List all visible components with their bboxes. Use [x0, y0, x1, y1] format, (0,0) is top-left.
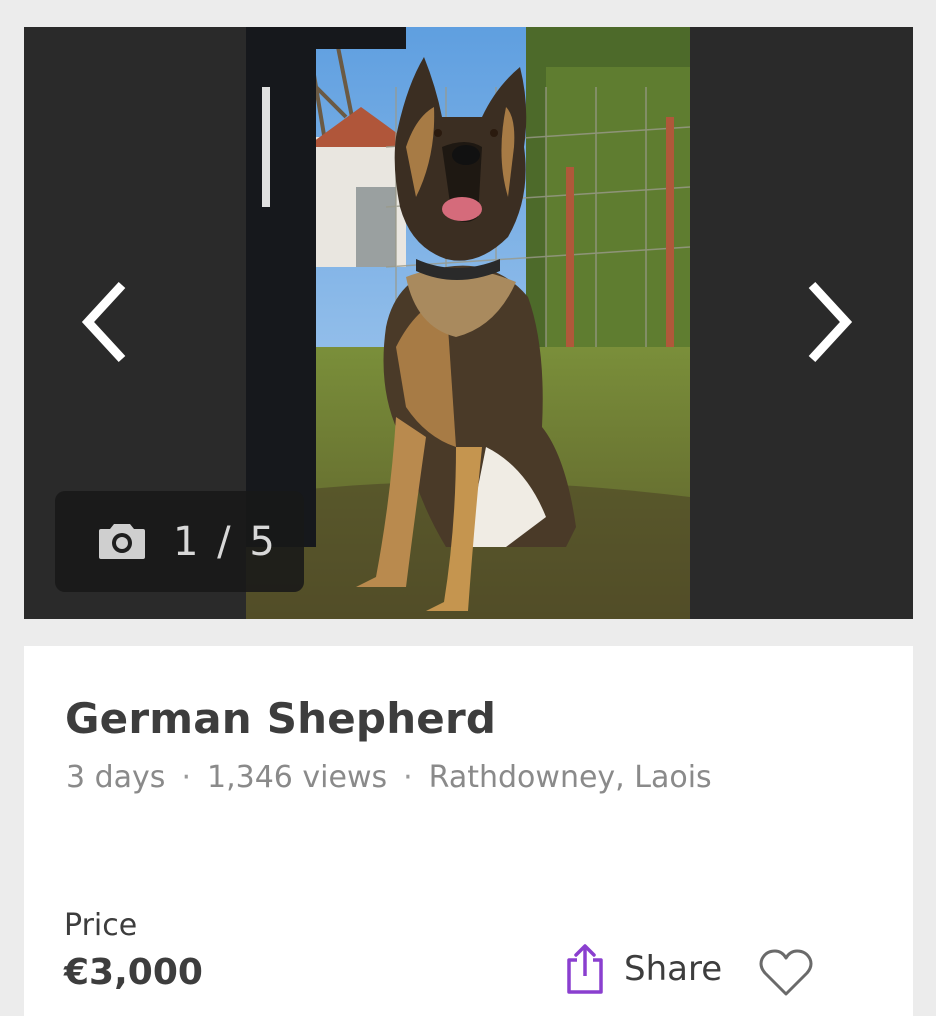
meta-separator: · [181, 760, 191, 795]
photo-gallery[interactable]: 1 / 5 [24, 27, 913, 619]
share-button[interactable]: Share [564, 942, 722, 996]
camera-icon [99, 523, 145, 559]
listing-photo[interactable] [246, 27, 690, 619]
chevron-left-icon [81, 281, 126, 363]
chevron-right-icon [808, 281, 853, 363]
next-photo-button[interactable] [795, 277, 865, 367]
listing-meta: 3 days · 1,346 views · Rathdowney, Laois [66, 760, 712, 795]
price-value: €3,000 [64, 952, 203, 993]
listing-title: German Shepherd [65, 694, 497, 743]
heart-icon[interactable] [758, 948, 814, 998]
photo-counter-text: 1 / 5 [173, 518, 278, 565]
listing-location[interactable]: Rathdowney, Laois [429, 760, 712, 795]
price-label: Price [64, 908, 138, 943]
photo-counter: 1 / 5 [55, 491, 304, 592]
share-icon [567, 944, 603, 994]
previous-photo-button[interactable] [69, 277, 139, 367]
listing-views: 1,346 views [206, 760, 388, 795]
listing-age: 3 days [66, 760, 166, 795]
share-label: Share [624, 949, 723, 989]
listing-details-card: German Shepherd 3 days · 1,346 views · Rathd… [24, 646, 913, 1016]
meta-separator: · [403, 760, 413, 795]
